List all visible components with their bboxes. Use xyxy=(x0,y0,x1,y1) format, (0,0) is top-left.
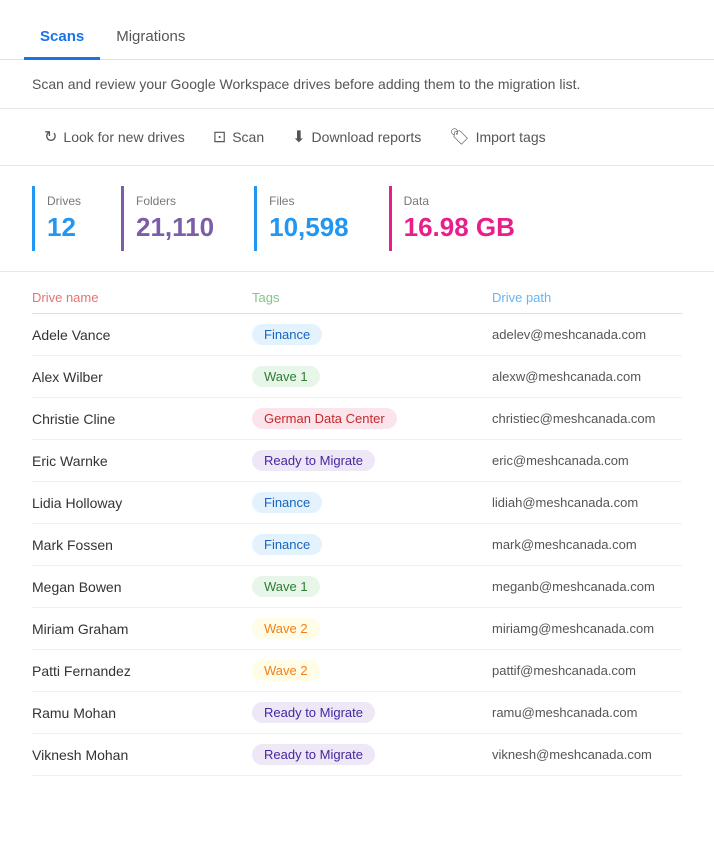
cell-drive-name: Ramu Mohan xyxy=(32,705,252,721)
tag-badge[interactable]: Wave 2 xyxy=(252,660,320,681)
cell-drive-path: christiec@meshcanada.com xyxy=(492,411,682,426)
table-row[interactable]: Christie Cline German Data Center christ… xyxy=(32,398,682,440)
import-tags-button[interactable]: 🏷 Import tags xyxy=(437,121,557,153)
download-reports-label: Download reports xyxy=(312,129,422,145)
table-row[interactable]: Lidia Holloway Finance lidiah@meshcanada… xyxy=(32,482,682,524)
scan-button[interactable]: ⊡ Scan xyxy=(201,121,276,153)
cell-tag: Finance xyxy=(252,324,492,345)
stat-files: Files 10,598 xyxy=(254,186,389,251)
cell-tag: Finance xyxy=(252,534,492,555)
tag-badge[interactable]: Finance xyxy=(252,492,322,513)
download-reports-button[interactable]: ⬇ Download reports xyxy=(280,121,433,153)
table-row[interactable]: Eric Warnke Ready to Migrate eric@meshca… xyxy=(32,440,682,482)
table-header-row: Drive name Tags Drive path xyxy=(32,280,682,314)
folders-value: 21,110 xyxy=(136,212,214,243)
drives-label: Drives xyxy=(47,194,81,208)
cell-tag: Wave 2 xyxy=(252,660,492,681)
cell-drive-path: miriamg@meshcanada.com xyxy=(492,621,682,636)
scan-icon: ⊡ xyxy=(213,127,226,147)
cell-drive-name: Eric Warnke xyxy=(32,453,252,469)
download-icon: ⬇ xyxy=(292,127,305,147)
tag-badge[interactable]: Finance xyxy=(252,324,322,345)
data-label: Data xyxy=(404,194,515,208)
table-row[interactable]: Megan Bowen Wave 1 meganb@meshcanada.com xyxy=(32,566,682,608)
tag-badge[interactable]: Wave 1 xyxy=(252,576,320,597)
cell-drive-name: Miriam Graham xyxy=(32,621,252,637)
table-row[interactable]: Alex Wilber Wave 1 alexw@meshcanada.com xyxy=(32,356,682,398)
cell-drive-path: meganb@meshcanada.com xyxy=(492,579,682,594)
tag-icon: 🏷 xyxy=(449,127,469,147)
table-row[interactable]: Miriam Graham Wave 2 miriamg@meshcanada.… xyxy=(32,608,682,650)
stats-bar: Drives 12 Folders 21,110 Files 10,598 Da… xyxy=(0,166,714,272)
cell-tag: German Data Center xyxy=(252,408,492,429)
cell-tag: Wave 2 xyxy=(252,618,492,639)
tab-bar: Scans Migrations xyxy=(0,16,714,60)
cell-tag: Wave 1 xyxy=(252,576,492,597)
cell-drive-path: mark@meshcanada.com xyxy=(492,537,682,552)
tab-scans[interactable]: Scans xyxy=(24,16,100,60)
look-for-drives-label: Look for new drives xyxy=(63,129,184,145)
table-row[interactable]: Mark Fossen Finance mark@meshcanada.com xyxy=(32,524,682,566)
table-row[interactable]: Viknesh Mohan Ready to Migrate viknesh@m… xyxy=(32,734,682,776)
drives-value: 12 xyxy=(47,212,81,243)
cell-tag: Ready to Migrate xyxy=(252,744,492,765)
cell-drive-name: Christie Cline xyxy=(32,411,252,427)
tag-badge[interactable]: Wave 1 xyxy=(252,366,320,387)
tag-badge[interactable]: Ready to Migrate xyxy=(252,744,375,765)
toolbar: ↻ Look for new drives ⊡ Scan ⬇ Download … xyxy=(0,109,714,166)
scan-label: Scan xyxy=(232,129,264,145)
files-value: 10,598 xyxy=(269,212,349,243)
cell-drive-path: eric@meshcanada.com xyxy=(492,453,682,468)
cell-drive-name: Megan Bowen xyxy=(32,579,252,595)
col-header-drive-path: Drive path xyxy=(492,290,682,305)
tag-badge[interactable]: German Data Center xyxy=(252,408,397,429)
stat-drives: Drives 12 xyxy=(32,186,121,251)
table-row[interactable]: Ramu Mohan Ready to Migrate ramu@meshcan… xyxy=(32,692,682,734)
cell-drive-path: adelev@meshcanada.com xyxy=(492,327,682,342)
cell-drive-name: Alex Wilber xyxy=(32,369,252,385)
cell-drive-path: ramu@meshcanada.com xyxy=(492,705,682,720)
cell-tag: Ready to Migrate xyxy=(252,450,492,471)
cell-drive-path: alexw@meshcanada.com xyxy=(492,369,682,384)
cell-drive-name: Lidia Holloway xyxy=(32,495,252,511)
files-label: Files xyxy=(269,194,349,208)
table-row[interactable]: Patti Fernandez Wave 2 pattif@meshcanada… xyxy=(32,650,682,692)
col-header-drive-name: Drive name xyxy=(32,290,252,305)
cell-drive-path: pattif@meshcanada.com xyxy=(492,663,682,678)
tag-badge[interactable]: Ready to Migrate xyxy=(252,702,375,723)
import-tags-label: Import tags xyxy=(476,129,546,145)
cell-drive-path: lidiah@meshcanada.com xyxy=(492,495,682,510)
tag-badge[interactable]: Wave 2 xyxy=(252,618,320,639)
data-value: 16.98 GB xyxy=(404,212,515,243)
cell-tag: Ready to Migrate xyxy=(252,702,492,723)
tag-badge[interactable]: Ready to Migrate xyxy=(252,450,375,471)
tab-migrations[interactable]: Migrations xyxy=(100,16,201,60)
table-body: Adele Vance Finance adelev@meshcanada.co… xyxy=(32,314,682,776)
tag-badge[interactable]: Finance xyxy=(252,534,322,555)
table-row[interactable]: Adele Vance Finance adelev@meshcanada.co… xyxy=(32,314,682,356)
cell-tag: Finance xyxy=(252,492,492,513)
stat-data: Data 16.98 GB xyxy=(389,186,555,251)
look-for-drives-button[interactable]: ↻ Look for new drives xyxy=(32,121,197,153)
cell-drive-name: Adele Vance xyxy=(32,327,252,343)
col-header-tags: Tags xyxy=(252,290,492,305)
page-description: Scan and review your Google Workspace dr… xyxy=(0,60,714,109)
refresh-icon: ↻ xyxy=(44,127,57,147)
folders-label: Folders xyxy=(136,194,214,208)
cell-drive-name: Mark Fossen xyxy=(32,537,252,553)
cell-drive-name: Patti Fernandez xyxy=(32,663,252,679)
cell-tag: Wave 1 xyxy=(252,366,492,387)
cell-drive-name: Viknesh Mohan xyxy=(32,747,252,763)
drives-table: Drive name Tags Drive path Adele Vance F… xyxy=(0,280,714,776)
cell-drive-path: viknesh@meshcanada.com xyxy=(492,747,682,762)
stat-folders: Folders 21,110 xyxy=(121,186,254,251)
